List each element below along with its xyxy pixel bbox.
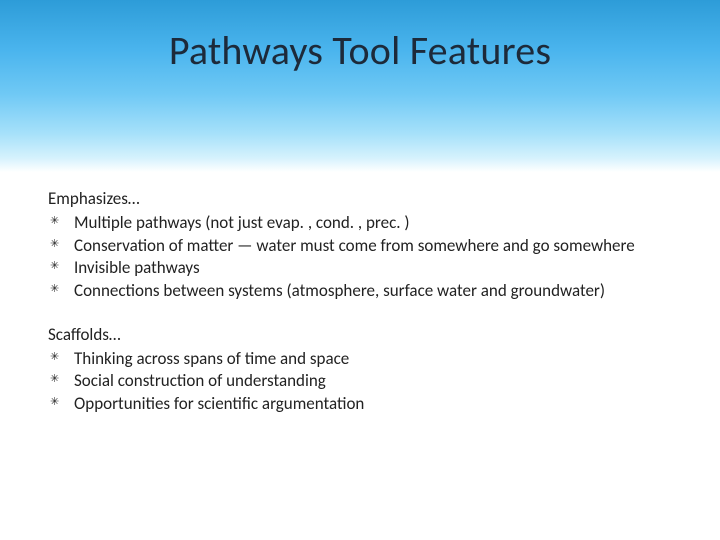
list-item: Social construction of understanding <box>68 370 672 392</box>
bullet-list: Thinking across spans of time and space … <box>48 348 672 415</box>
list-item: Connections between systems (atmosphere,… <box>68 280 672 302</box>
section-intro: Emphasizes… <box>48 188 672 210</box>
bullet-list: Multiple pathways (not just evap. , cond… <box>48 212 672 302</box>
slide-content: Emphasizes… Multiple pathways (not just … <box>0 172 720 415</box>
section-scaffolds: Scaffolds… Thinking across spans of time… <box>48 324 672 415</box>
section-intro: Scaffolds… <box>48 324 672 346</box>
list-item: Thinking across spans of time and space <box>68 348 672 370</box>
list-item: Opportunities for scientific argumentati… <box>68 393 672 415</box>
section-emphasizes: Emphasizes… Multiple pathways (not just … <box>48 188 672 302</box>
slide-title: Pathways Tool Features <box>169 26 551 75</box>
header-band: Pathways Tool Features <box>0 0 720 172</box>
slide: Pathways Tool Features Emphasizes… Multi… <box>0 0 720 540</box>
list-item: Multiple pathways (not just evap. , cond… <box>68 212 672 234</box>
list-item: Conservation of matter — water must come… <box>68 235 672 257</box>
list-item: Invisible pathways <box>68 257 672 279</box>
